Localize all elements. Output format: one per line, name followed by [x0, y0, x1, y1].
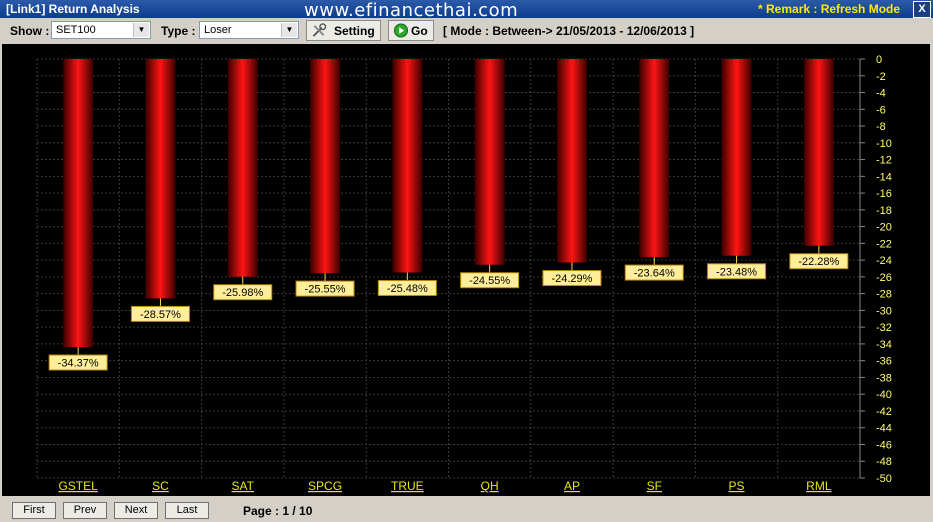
x-category-label[interactable]: RML: [806, 479, 832, 493]
bar-ap[interactable]: [556, 59, 587, 263]
y-tick-label: -12: [876, 155, 892, 167]
y-tick-label: -40: [876, 389, 892, 401]
window-title: [Link1] Return Analysis: [6, 2, 140, 16]
first-page-button[interactable]: First: [12, 502, 56, 519]
type-select-value: Loser: [204, 24, 232, 36]
y-tick-label: -18: [876, 205, 892, 217]
x-category-label[interactable]: SC: [152, 479, 169, 493]
bar-true[interactable]: [392, 59, 423, 273]
y-tick-label: -44: [876, 423, 892, 435]
y-tick-label: -20: [876, 222, 892, 234]
pager-bar: First Prev Next Last Page : 1 / 10: [0, 496, 933, 522]
y-tick-label: -28: [876, 289, 892, 301]
y-tick-label: 0: [876, 54, 882, 66]
value-label: -23.48%: [716, 266, 757, 278]
go-button[interactable]: Go: [388, 20, 434, 41]
y-tick-label: -10: [876, 138, 892, 150]
bar-rml[interactable]: [803, 59, 834, 246]
show-select-value: SET100: [56, 24, 96, 36]
x-category-label[interactable]: AP: [564, 479, 580, 493]
value-label: -25.48%: [387, 283, 428, 295]
show-label: Show :: [10, 24, 50, 38]
toolbar: Show : SET100 ▼ Type : Loser ▼ Setting G…: [0, 18, 933, 44]
y-tick-label: -4: [876, 88, 886, 100]
value-label: -24.29%: [551, 273, 592, 285]
prev-page-button[interactable]: Prev: [63, 502, 107, 519]
refresh-remark: * Remark : Refresh Mode: [758, 2, 901, 16]
value-label: -28.57%: [140, 309, 181, 321]
y-tick-label: -30: [876, 305, 892, 317]
y-tick-label: -2: [876, 71, 886, 83]
bar-ps[interactable]: [721, 59, 752, 256]
y-tick-label: -26: [876, 272, 892, 284]
x-category-label[interactable]: QH: [481, 479, 499, 493]
value-label: -25.98%: [222, 287, 263, 299]
page-indicator: Page : 1 / 10: [243, 504, 313, 518]
return-bar-chart: -34.37% -28.57% -25.98% -25.55% -25.48% -24.5…: [36, 54, 892, 493]
y-tick-label: -6: [876, 104, 886, 116]
play-icon: [393, 23, 409, 38]
y-tick-label: -36: [876, 356, 892, 368]
x-category-label[interactable]: SPCG: [308, 479, 342, 493]
type-label: Type :: [161, 24, 196, 38]
close-button[interactable]: X: [913, 1, 931, 18]
tools-icon: [312, 23, 327, 37]
y-tick-label: -16: [876, 188, 892, 200]
value-label: -23.64%: [634, 268, 675, 280]
value-label: -24.55%: [469, 275, 510, 287]
bar-sat[interactable]: [227, 59, 258, 277]
x-category-label[interactable]: GSTEL: [58, 479, 98, 493]
y-tick-label: -8: [876, 121, 886, 133]
bar-qh[interactable]: [474, 59, 505, 265]
y-tick-label: -42: [876, 406, 892, 418]
x-category-label[interactable]: TRUE: [391, 479, 424, 493]
bar-sf[interactable]: [639, 59, 670, 258]
go-button-label: Go: [411, 24, 428, 38]
y-tick-label: -38: [876, 372, 892, 384]
mode-indicator: [ Mode : Between-> 21/05/2013 - 12/06/20…: [443, 24, 695, 38]
y-tick-label: -50: [876, 473, 892, 485]
y-tick-label: -14: [876, 171, 892, 183]
bar-sc[interactable]: [145, 59, 176, 299]
bar-spcg[interactable]: [310, 59, 341, 274]
last-page-button[interactable]: Last: [165, 502, 209, 519]
x-category-label[interactable]: SF: [647, 479, 662, 493]
y-tick-label: -32: [876, 322, 892, 334]
setting-button[interactable]: Setting: [306, 20, 381, 41]
y-tick-label: -48: [876, 456, 892, 468]
y-tick-label: -22: [876, 238, 892, 250]
y-tick-label: -24: [876, 255, 892, 267]
value-label: -34.37%: [58, 358, 99, 370]
chart-area: -34.37% -28.57% -25.98% -25.55% -25.48% -24.5…: [2, 44, 930, 496]
y-tick-label: -46: [876, 439, 892, 451]
y-tick-label: -34: [876, 339, 892, 351]
x-category-label[interactable]: PS: [729, 479, 745, 493]
chevron-down-icon[interactable]: ▼: [133, 23, 149, 37]
next-page-button[interactable]: Next: [114, 502, 158, 519]
type-select[interactable]: Loser ▼: [199, 21, 299, 39]
value-label: -22.28%: [798, 256, 839, 268]
x-category-label[interactable]: SAT: [232, 479, 255, 493]
title-bar: [Link1] Return Analysis www.efinancethai…: [0, 0, 933, 21]
show-select[interactable]: SET100 ▼: [51, 21, 151, 39]
bar-gstel[interactable]: [63, 59, 94, 348]
chevron-down-icon[interactable]: ▼: [281, 23, 297, 37]
setting-button-label: Setting: [334, 24, 375, 38]
value-label: -25.55%: [305, 284, 346, 296]
